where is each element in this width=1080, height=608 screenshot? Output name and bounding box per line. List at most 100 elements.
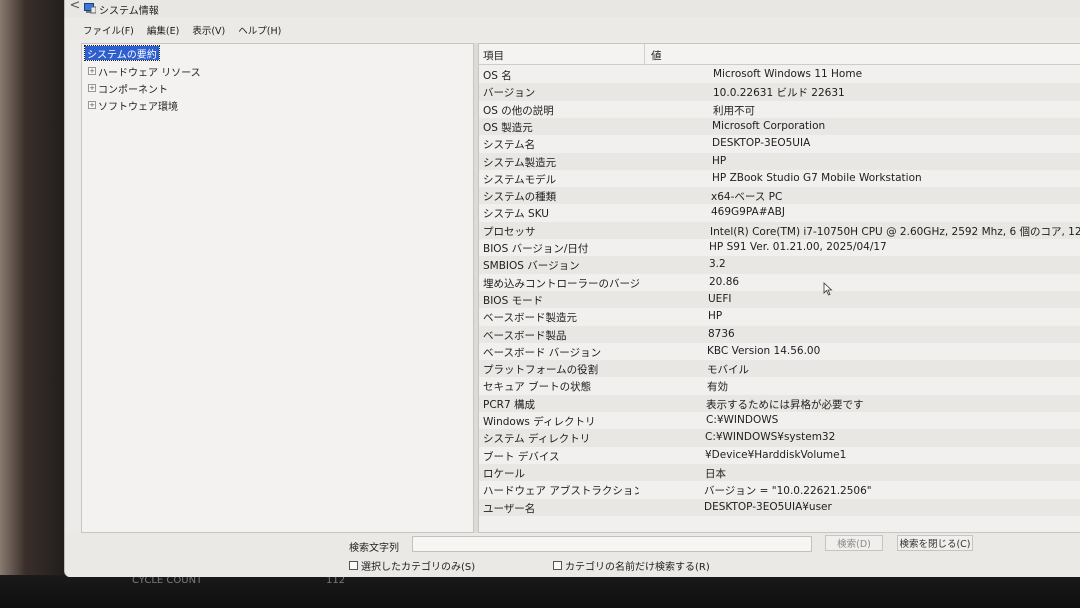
table-row[interactable]: BIOS バージョン/日付 HP S91 Ver. 01.21.00, 2025/… <box>479 239 1080 256</box>
table-row[interactable]: ベースボード バージョン KBC Version 14.56.00 <box>479 343 1080 360</box>
search-input[interactable] <box>412 536 812 552</box>
row-item-cell: ベースボード バージョン <box>483 346 602 359</box>
table-row[interactable]: ユーザー名 DESKTOP-3EO5UIA¥user <box>479 498 1080 516</box>
row-item-cell: Windows ディレクトリ <box>483 416 596 428</box>
details-list: 項目 値 OS 名 Microsoft Windows 11 Home バージョン 1… <box>478 43 1080 533</box>
table-row[interactable]: OS 製造元 Microsoft Corporation <box>479 117 1080 136</box>
row-item-cell: ブート デバイス <box>483 450 560 463</box>
row-item-cell: システム名 <box>483 139 536 152</box>
table-row[interactable]: システム製造元 HP <box>479 152 1080 170</box>
row-item-cell: バージョン <box>483 87 536 100</box>
menu-help[interactable]: ヘルプ(H) <box>238 23 281 37</box>
checkbox-label: カテゴリの名前だけ検索する(R) <box>565 562 710 573</box>
table-row[interactable]: プロセッサ Intel(R) Core(TM) i7-10750H CPU @ 2… <box>479 221 1080 239</box>
row-item-cell: ベースボード製造元 <box>483 312 577 325</box>
tree-item-label: ソフトウェア環境 <box>98 101 178 113</box>
table-row[interactable]: ベースボード製造元 HP <box>479 308 1080 325</box>
tree-item-label: コンポーネント <box>98 84 168 96</box>
table-row[interactable]: システム SKU 469G9PA#ABJ <box>479 204 1080 221</box>
tree-item-system-summary[interactable]: システムの要約 <box>84 45 160 61</box>
table-row[interactable]: システムモデル HP ZBook Studio G7 Mobile Worksta… <box>479 170 1080 187</box>
photo-bezel-left <box>0 0 72 608</box>
checkbox-category-names-only[interactable]: カテゴリの名前だけ検索する(R) <box>553 558 710 573</box>
row-item-cell: ベースボード製品 <box>483 329 567 342</box>
row-value-cell: 表示するためには昇格が必要です <box>706 398 864 411</box>
table-row[interactable]: システム名 DESKTOP-3EO5UIA <box>479 135 1080 152</box>
table-row[interactable]: ロケール 日本 <box>479 463 1080 482</box>
tree-item-components[interactable]: + コンポーネント <box>88 81 168 96</box>
table-row[interactable]: OS の他の説明 利用不可 <box>479 101 1080 118</box>
expand-plus-icon[interactable]: + <box>88 101 96 109</box>
row-value-cell: Microsoft Windows 11 Home <box>713 68 863 80</box>
category-tree: システムの要約 + ハードウェア リソース + コンポーネント + ソフトウェア… <box>81 43 474 533</box>
row-value-cell: HP <box>712 154 727 167</box>
row-value-cell: 日本 <box>705 467 726 480</box>
table-row[interactable]: セキュア ブートの状態 有効 <box>479 377 1080 394</box>
table-row[interactable]: バージョン 10.0.22631 ビルド 22631 <box>479 83 1080 101</box>
column-header-item[interactable]: 項目 <box>483 48 504 63</box>
table-row[interactable]: システム ディレクトリ C:¥WINDOWS¥system32 <box>479 429 1080 447</box>
close-find-button[interactable]: 検索を閉じる(C) <box>897 535 973 551</box>
system-info-window: < システム情報 ファイル(F) 編集(E) 表示(V) ヘルプ(H) システム… <box>64 0 1080 577</box>
tree-item-hardware-resources[interactable]: + ハードウェア リソース <box>88 64 201 79</box>
row-value-cell: DESKTOP-3EO5UIA¥user <box>704 500 832 513</box>
table-row[interactable]: 埋め込みコントローラーのバージョン 20.86 <box>479 274 1080 291</box>
checkbox-box[interactable] <box>553 561 562 570</box>
row-value-cell: 利用不可 <box>713 104 755 117</box>
table-row[interactable]: ハードウェア アブストラクション レイ... バージョン = "10.0.2262… <box>479 481 1080 498</box>
find-button[interactable]: 検索(D) <box>825 535 883 551</box>
table-row[interactable]: ベースボード製品 8736 <box>479 325 1080 343</box>
row-value-cell: モバイル <box>707 364 749 377</box>
menu-file[interactable]: ファイル(F) <box>83 23 134 37</box>
search-label: 検索文字列 <box>349 543 399 554</box>
table-row[interactable]: ブート デバイス ¥Device¥HarddiskVolume1 <box>479 447 1080 464</box>
row-value-cell: HP <box>708 310 723 323</box>
tree-item-software-environment[interactable]: + ソフトウェア環境 <box>88 98 178 113</box>
table-row[interactable]: プラットフォームの役割 モバイル <box>479 360 1080 378</box>
table-row[interactable]: PCR7 構成 表示するためには昇格が必要です <box>479 394 1080 412</box>
table-row[interactable]: システムの種類 x64-ベース PC <box>479 187 1080 205</box>
row-item-cell: SMBIOS バージョン <box>483 260 580 273</box>
row-value-cell: ¥Device¥HarddiskVolume1 <box>705 448 847 461</box>
row-value-cell: 8736 <box>708 327 735 340</box>
table-row[interactable]: SMBIOS バージョン 3.2 <box>479 256 1080 274</box>
column-header-value[interactable]: 値 <box>651 48 662 63</box>
row-value-cell: x64-ベース PC <box>711 191 783 204</box>
row-item-cell: セキュア ブートの状態 <box>483 381 592 394</box>
row-value-cell: 3.2 <box>709 258 726 271</box>
mouse-pointer-icon <box>823 282 833 296</box>
row-item-cell: システムの種類 <box>483 191 557 204</box>
row-item-cell: 埋め込みコントローラーのバージョン <box>483 277 639 290</box>
row-item-cell: OS 製造元 <box>483 121 533 134</box>
row-item-cell: システムモデル <box>483 173 557 186</box>
row-item-cell: ロケール <box>483 467 525 480</box>
menu-bar: ファイル(F) 編集(E) 表示(V) ヘルプ(H) <box>65 20 1080 40</box>
row-item-cell: システム製造元 <box>483 156 557 169</box>
row-item-cell: プロセッサ <box>483 225 536 238</box>
row-value-cell: 有効 <box>707 381 728 394</box>
row-item-cell: ユーザー名 <box>483 502 536 515</box>
menu-view[interactable]: 表示(V) <box>192 23 225 37</box>
row-value-cell: C:¥WINDOWS <box>706 414 779 426</box>
tree-item-label: ハードウェア リソース <box>98 67 201 79</box>
menu-edit[interactable]: 編集(E) <box>147 23 179 37</box>
system-info-app-icon <box>84 3 96 14</box>
row-value-cell: バージョン = "10.0.22621.2506" <box>704 485 872 498</box>
checkbox-selected-category[interactable]: 選択したカテゴリのみ(S) <box>349 558 475 573</box>
column-divider[interactable] <box>644 44 645 65</box>
row-value-cell: DESKTOP-3EO5UIA <box>712 137 811 150</box>
row-item-cell: PCR7 構成 <box>483 398 535 411</box>
row-item-cell: OS の他の説明 <box>483 104 554 117</box>
row-value-cell: 20.86 <box>709 275 740 288</box>
row-item-cell: プラットフォームの役割 <box>483 364 599 377</box>
row-value-cell: 469G9PA#ABJ <box>711 206 785 219</box>
table-row[interactable]: OS 名 Microsoft Windows 11 Home <box>479 66 1080 83</box>
back-arrow-icon[interactable]: < <box>65 0 85 13</box>
table-row[interactable]: BIOS モード UEFI <box>479 290 1080 309</box>
expand-plus-icon[interactable]: + <box>88 84 96 92</box>
expand-plus-icon[interactable]: + <box>88 67 96 75</box>
search-panel: 検索文字列 検索(D) 検索を閉じる(C) 選択したカテゴリのみ(S) カテゴリ… <box>65 533 1080 577</box>
table-row[interactable]: Windows ディレクトリ C:¥WINDOWS <box>479 412 1080 429</box>
checkbox-label: 選択したカテゴリのみ(S) <box>361 562 476 573</box>
checkbox-box[interactable] <box>349 561 358 570</box>
